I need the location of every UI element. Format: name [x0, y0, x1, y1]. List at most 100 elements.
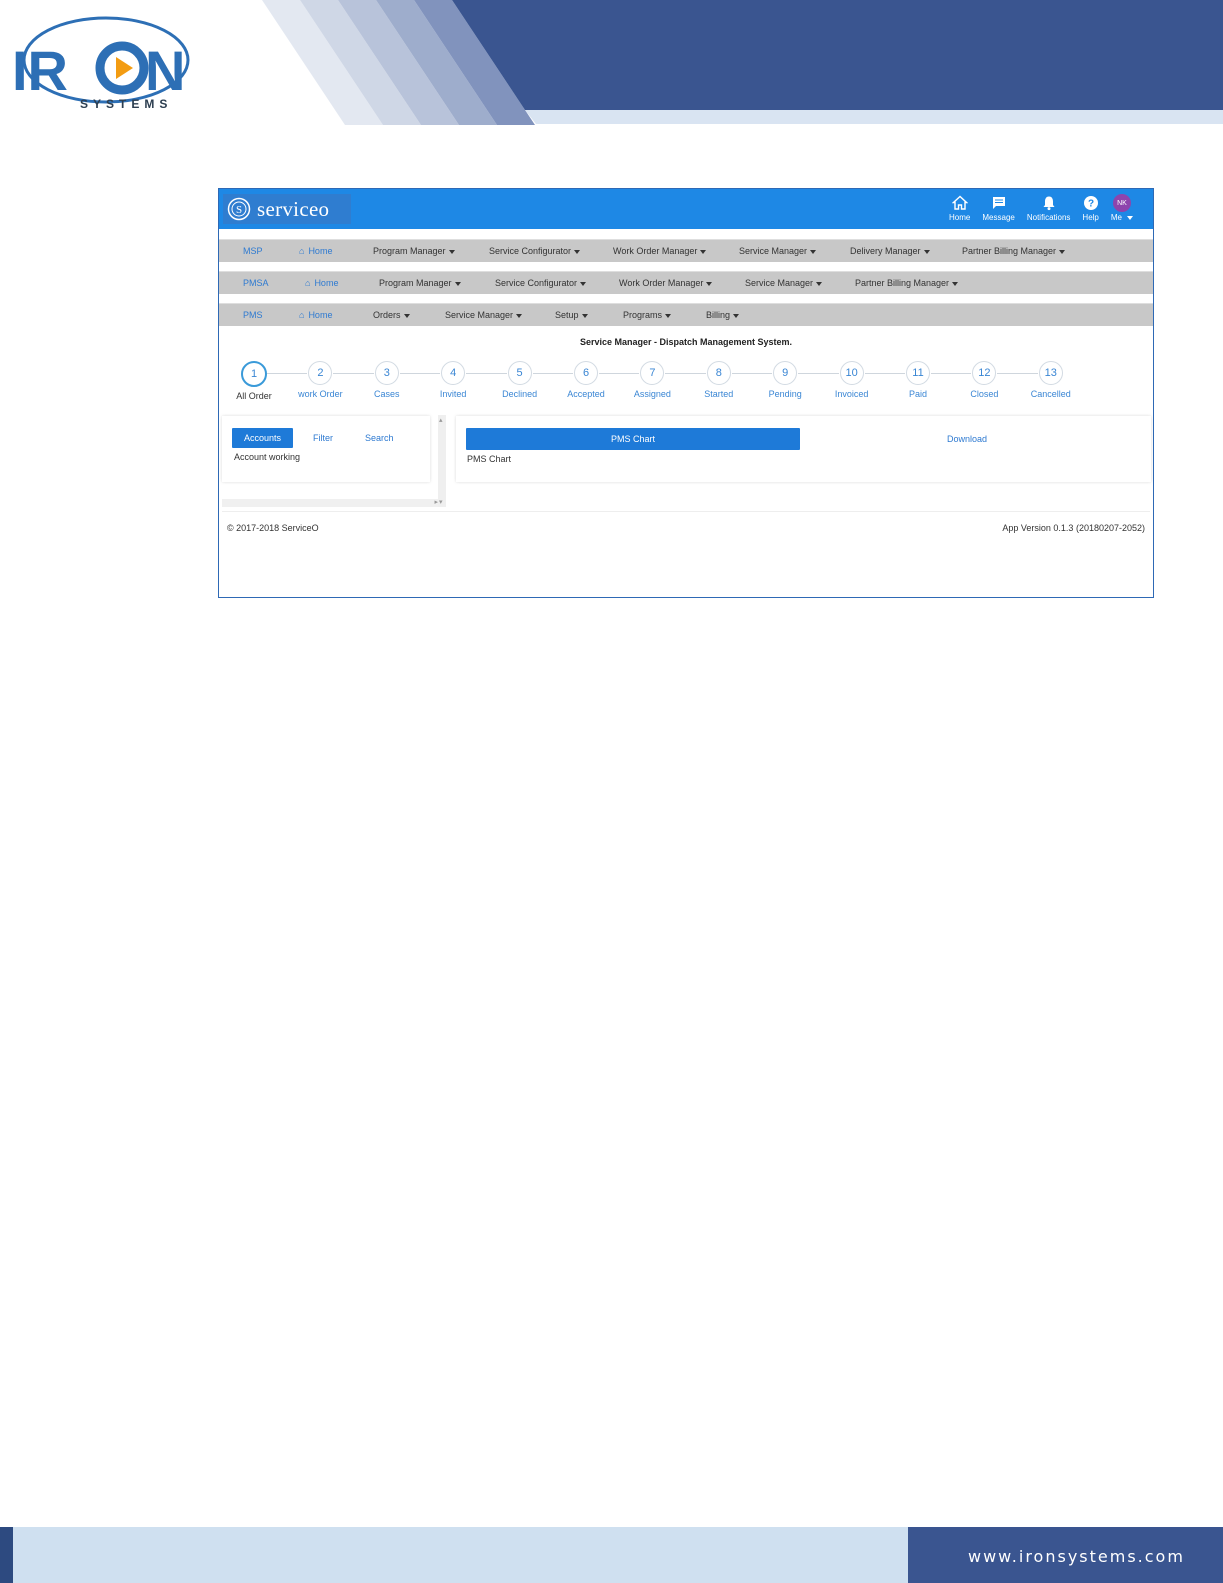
nav-pmsa-program-manager[interactable]: Program Manager: [379, 278, 495, 288]
step-invited[interactable]: 4 Invited: [418, 361, 488, 399]
nav-pmsa-home-label: Home: [314, 278, 339, 288]
caret-down-icon: [448, 249, 455, 254]
chevron-up-icon[interactable]: ▴: [439, 416, 443, 424]
nav-pmsa-lead[interactable]: PMSA: [243, 278, 305, 288]
topnav-message[interactable]: Message: [976, 192, 1020, 228]
footer-divider: [222, 511, 1150, 512]
nav-msp-lead[interactable]: MSP: [243, 246, 299, 256]
topnav-home-label: Home: [949, 213, 971, 222]
nav-msp-program-manager[interactable]: Program Manager: [373, 246, 489, 256]
step-label: Paid: [908, 389, 927, 399]
topnav-help-label: Help: [1082, 213, 1099, 222]
caret-down-icon: [923, 249, 930, 254]
step-label: Invited: [439, 389, 467, 399]
nav-msp-work-order-manager[interactable]: Work Order Manager: [613, 246, 739, 256]
nav-label: Orders: [373, 310, 401, 320]
nav-label: Service Manager: [745, 278, 814, 288]
caret-down-icon: [403, 313, 410, 318]
footer-light-band: [13, 1527, 908, 1583]
nav-pms-billing[interactable]: Billing: [706, 310, 740, 320]
nav-label: Delivery Manager: [850, 246, 921, 256]
bell-icon: [1043, 196, 1055, 211]
nav-pmsa-service-manager[interactable]: Service Manager: [745, 278, 855, 288]
page-subtitle: Service Manager - Dispatch Management Sy…: [579, 337, 793, 347]
svg-text:N: N: [145, 39, 185, 102]
topnav-home[interactable]: Home: [943, 192, 976, 228]
nav-pms-lead[interactable]: PMS: [243, 310, 299, 320]
step-paid[interactable]: 11 Paid: [883, 361, 953, 399]
serviceo-logo-icon: S: [227, 197, 251, 221]
nav-label: Billing: [706, 310, 731, 320]
caret-down-icon: [952, 281, 959, 286]
nav-pms-programs[interactable]: Programs: [623, 310, 706, 320]
download-link[interactable]: Download: [912, 428, 1022, 450]
caret-down-icon: [580, 281, 587, 286]
topnav-notifications-label: Notifications: [1026, 213, 1071, 222]
step-label: Closed: [970, 389, 999, 399]
nav-pmsa-service-configurator[interactable]: Service Configurator: [495, 278, 619, 288]
caret-down-icon: [574, 249, 581, 254]
nav-row-msp: MSP ⌂ Home Program Manager Service Config…: [219, 239, 1153, 262]
nav-label: Service Configurator: [495, 278, 578, 288]
step-invoiced[interactable]: 10 Invoiced: [817, 361, 887, 399]
step-label: All Order: [236, 391, 272, 401]
nav-msp-home[interactable]: ⌂ Home: [299, 246, 373, 256]
step-accepted[interactable]: 6 Accepted: [551, 361, 621, 399]
serviceo-app-window: S serviceo Home Message Notifications ? …: [218, 188, 1154, 598]
step-pending[interactable]: 9 Pending: [750, 361, 820, 399]
topnav-help[interactable]: ? Help: [1076, 192, 1104, 228]
nav-label: Partner Billing Manager: [855, 278, 950, 288]
nav-pms-service-manager[interactable]: Service Manager: [445, 310, 555, 320]
message-icon: [992, 197, 1005, 209]
nav-label: Service Configurator: [489, 246, 572, 256]
copyright-text: © 2017-2018 ServiceO: [227, 523, 319, 533]
step-declined[interactable]: 5 Declined: [485, 361, 555, 399]
nav-label: Program Manager: [373, 246, 446, 256]
caret-down-icon: [733, 313, 740, 318]
nav-msp-service-manager[interactable]: Service Manager: [739, 246, 850, 256]
step-label: Declined: [502, 389, 538, 399]
app-topbar: S serviceo Home Message Notifications ? …: [219, 189, 1153, 229]
nav-pms-home[interactable]: ⌂ Home: [299, 310, 373, 320]
step-number: 6: [574, 361, 598, 385]
nav-pmsa-home[interactable]: ⌂ Home: [305, 278, 379, 288]
serviceo-brand[interactable]: S serviceo: [223, 194, 351, 224]
svg-text:S: S: [236, 204, 242, 216]
step-work-order[interactable]: 2 work Order: [285, 361, 355, 399]
nav-pms-orders[interactable]: Orders: [373, 310, 445, 320]
horizontal-scrollbar[interactable]: ▸: [222, 499, 444, 507]
step-cases[interactable]: 3 Cases: [352, 361, 422, 399]
logo-subtitle: SYSTEMS: [80, 97, 173, 111]
home-icon: ⌂: [299, 310, 305, 320]
step-label: Started: [704, 389, 734, 399]
topnav-notifications[interactable]: Notifications: [1021, 192, 1077, 228]
app-version-text: App Version 0.1.3 (20180207-2052): [1002, 523, 1145, 533]
user-menu[interactable]: NK Me: [1105, 192, 1139, 228]
pms-chart-button[interactable]: PMS Chart: [466, 428, 800, 450]
left-panel: Accounts Filter Search Account working: [222, 416, 430, 482]
step-closed[interactable]: 12 Closed: [949, 361, 1019, 399]
tab-accounts[interactable]: Accounts: [232, 428, 294, 448]
account-working-text: Account working: [234, 452, 301, 462]
nav-label: Work Order Manager: [619, 278, 704, 288]
nav-msp-delivery-manager[interactable]: Delivery Manager: [850, 246, 962, 256]
step-all-order[interactable]: 1 All Order: [219, 361, 289, 401]
caret-down-icon: [1127, 215, 1133, 220]
vertical-scrollbar[interactable]: ▴ ▾: [438, 415, 446, 507]
tab-filter[interactable]: Filter: [301, 428, 345, 448]
nav-pmsa-partner-billing-manager[interactable]: Partner Billing Manager: [855, 278, 959, 288]
step-number: 9: [773, 361, 798, 385]
nav-row-pmsa: PMSA ⌂ Home Program Manager Service Confi…: [219, 271, 1153, 294]
nav-msp-partner-billing-manager[interactable]: Partner Billing Manager: [962, 246, 1066, 256]
nav-label: Partner Billing Manager: [962, 246, 1057, 256]
chevron-down-icon[interactable]: ▾: [439, 498, 443, 506]
nav-msp-service-configurator[interactable]: Service Configurator: [489, 246, 613, 256]
step-assigned[interactable]: 7 Assigned: [617, 361, 687, 399]
step-cancelled[interactable]: 13 Cancelled: [1016, 361, 1086, 399]
nav-pms-setup[interactable]: Setup: [555, 310, 623, 320]
step-started[interactable]: 8 Started: [684, 361, 754, 399]
tab-search[interactable]: Search: [353, 428, 406, 448]
nav-label: Setup: [555, 310, 579, 320]
nav-label: Service Manager: [445, 310, 514, 320]
nav-pmsa-work-order-manager[interactable]: Work Order Manager: [619, 278, 745, 288]
